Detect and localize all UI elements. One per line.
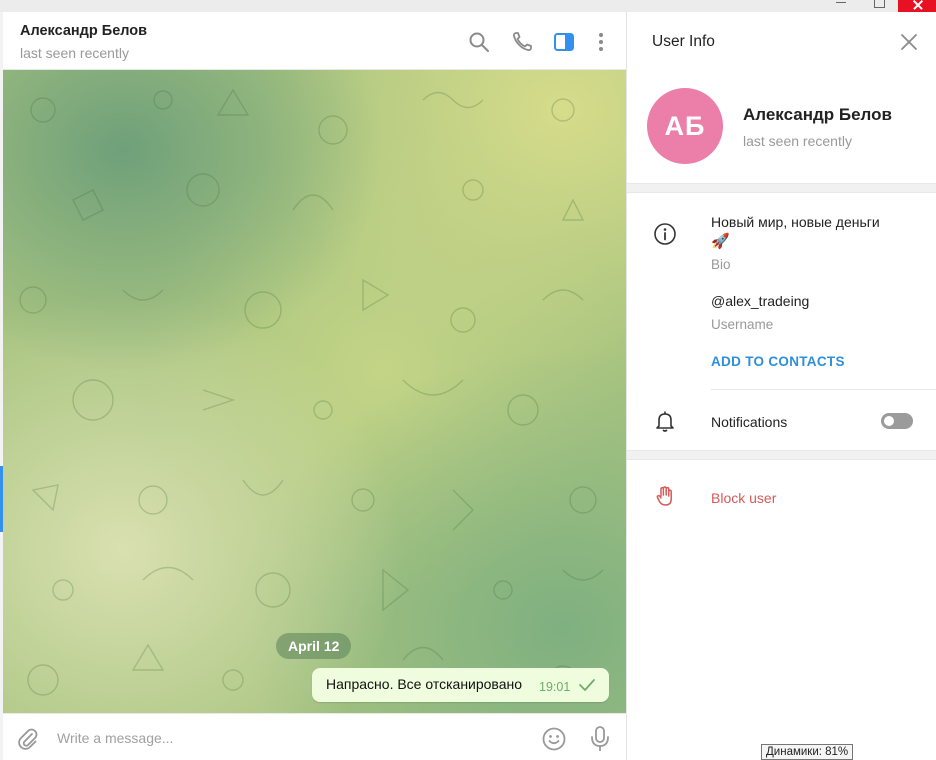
read-check-icon	[579, 679, 595, 691]
bio-text: Новый мир, новые деньги	[711, 214, 880, 230]
message-text: Напрасно. Все отсканировано	[326, 676, 523, 692]
maximize-button[interactable]	[860, 0, 898, 12]
bell-icon	[656, 411, 674, 432]
section-divider	[627, 450, 936, 460]
more-vertical-icon[interactable]	[589, 30, 613, 54]
stop-hand-icon	[656, 486, 672, 506]
username-value[interactable]: @alex_tradeing	[711, 293, 809, 309]
chat-status: last seen recently	[20, 45, 129, 61]
rocket-emoji: 🚀	[711, 233, 730, 250]
avatar[interactable]: АБ	[647, 88, 723, 164]
message-time: 19:01	[539, 680, 571, 694]
outgoing-message[interactable]: Напрасно. Все отсканировано 19:01	[312, 668, 609, 702]
block-user-button[interactable]: Block user	[711, 490, 776, 506]
user-info-panel: User Info АБ Александр Белов last seen r…	[626, 12, 936, 760]
chat-column: Александр Белов last seen recently April…	[3, 12, 626, 760]
section-divider	[627, 183, 936, 193]
panel-title: User Info	[652, 33, 715, 50]
volume-tooltip: Динамики: 81%	[761, 744, 854, 760]
profile-name: Александр Белов	[743, 105, 892, 124]
sidebar-toggle-icon[interactable]	[552, 30, 576, 54]
chat-header[interactable]: Александр Белов last seen recently	[3, 12, 626, 70]
search-icon[interactable]	[467, 30, 491, 54]
profile-status: last seen recently	[743, 133, 852, 149]
close-window-button[interactable]	[898, 0, 936, 12]
message-input[interactable]	[57, 727, 517, 749]
microphone-icon[interactable]	[589, 725, 611, 753]
chat-background: April 12 Напрасно. Все отсканировано 19:…	[3, 70, 626, 713]
add-to-contacts-button[interactable]: ADD TO CONTACTS	[711, 354, 845, 369]
info-icon	[654, 223, 676, 245]
message-composer	[3, 713, 626, 760]
minimize-button[interactable]	[822, 0, 860, 12]
username-label: Username	[711, 317, 774, 332]
date-separator: April 12	[276, 633, 352, 659]
doodle-pattern	[19, 88, 604, 696]
paperclip-icon[interactable]	[15, 726, 41, 752]
notifications-label: Notifications	[711, 414, 788, 430]
divider	[711, 389, 936, 390]
bio-label: Bio	[711, 257, 731, 272]
window-titlebar	[0, 0, 936, 12]
toggle-knob	[882, 414, 896, 428]
close-icon[interactable]	[899, 32, 919, 52]
phone-icon[interactable]	[510, 30, 534, 54]
emoji-icon[interactable]	[541, 726, 567, 752]
notifications-toggle[interactable]	[881, 413, 913, 429]
chat-title[interactable]: Александр Белов	[20, 23, 147, 39]
